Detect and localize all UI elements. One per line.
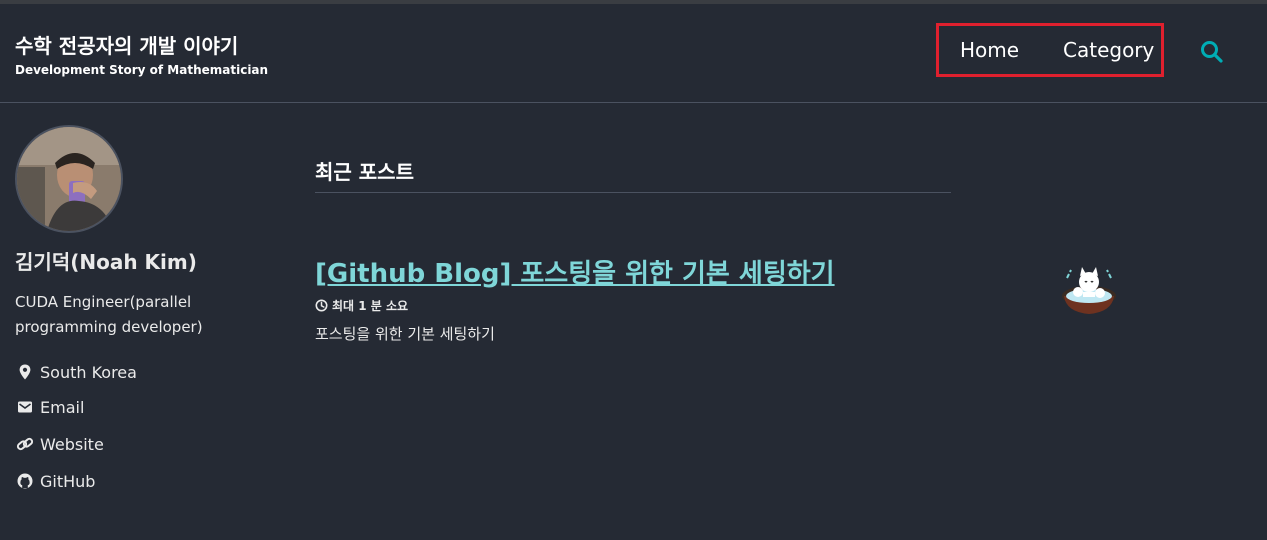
search-button[interactable] — [1199, 39, 1225, 65]
website-label: Website — [40, 434, 104, 454]
github-link[interactable]: GitHub — [16, 470, 95, 492]
author-avatar — [15, 125, 123, 233]
author-name: 김기덕(Noah Kim) — [15, 250, 197, 274]
envelope-icon — [18, 401, 32, 413]
bathing-cat-icon — [1062, 267, 1116, 314]
post-read-time: 최대 1 분 소요 — [315, 297, 408, 314]
post-excerpt: 포스팅을 위한 기본 세팅하기 — [315, 325, 495, 343]
post-title-link[interactable]: [Github Blog] 포스팅을 위한 기본 세팅하기 — [315, 253, 835, 290]
github-label: GitHub — [40, 471, 96, 491]
nav-home-link[interactable]: Home — [960, 38, 1019, 62]
clock-icon — [315, 299, 328, 312]
section-divider — [315, 192, 951, 193]
map-marker-icon — [19, 364, 31, 380]
github-icon — [17, 473, 33, 489]
recent-posts-title: 최근 포스트 — [315, 160, 414, 184]
website-link[interactable]: Website — [16, 433, 104, 455]
location-label: South Korea — [40, 362, 137, 382]
read-time-label: 최대 1 분 소요 — [332, 299, 409, 313]
link-icon — [16, 437, 34, 451]
search-icon — [1201, 41, 1223, 63]
site-subtitle: Development Story of Mathematician — [15, 63, 269, 77]
author-bio: CUDA Engineer(parallel programming devel… — [15, 293, 203, 336]
location-link: South Korea — [16, 361, 137, 383]
site-title[interactable]: 수학 전공자의 개발 이야기 — [15, 30, 238, 59]
avatar-photo — [17, 127, 121, 231]
nav-category-link[interactable]: Category — [1063, 38, 1154, 62]
email-link[interactable]: Email — [16, 396, 84, 418]
email-label: Email — [40, 397, 85, 417]
